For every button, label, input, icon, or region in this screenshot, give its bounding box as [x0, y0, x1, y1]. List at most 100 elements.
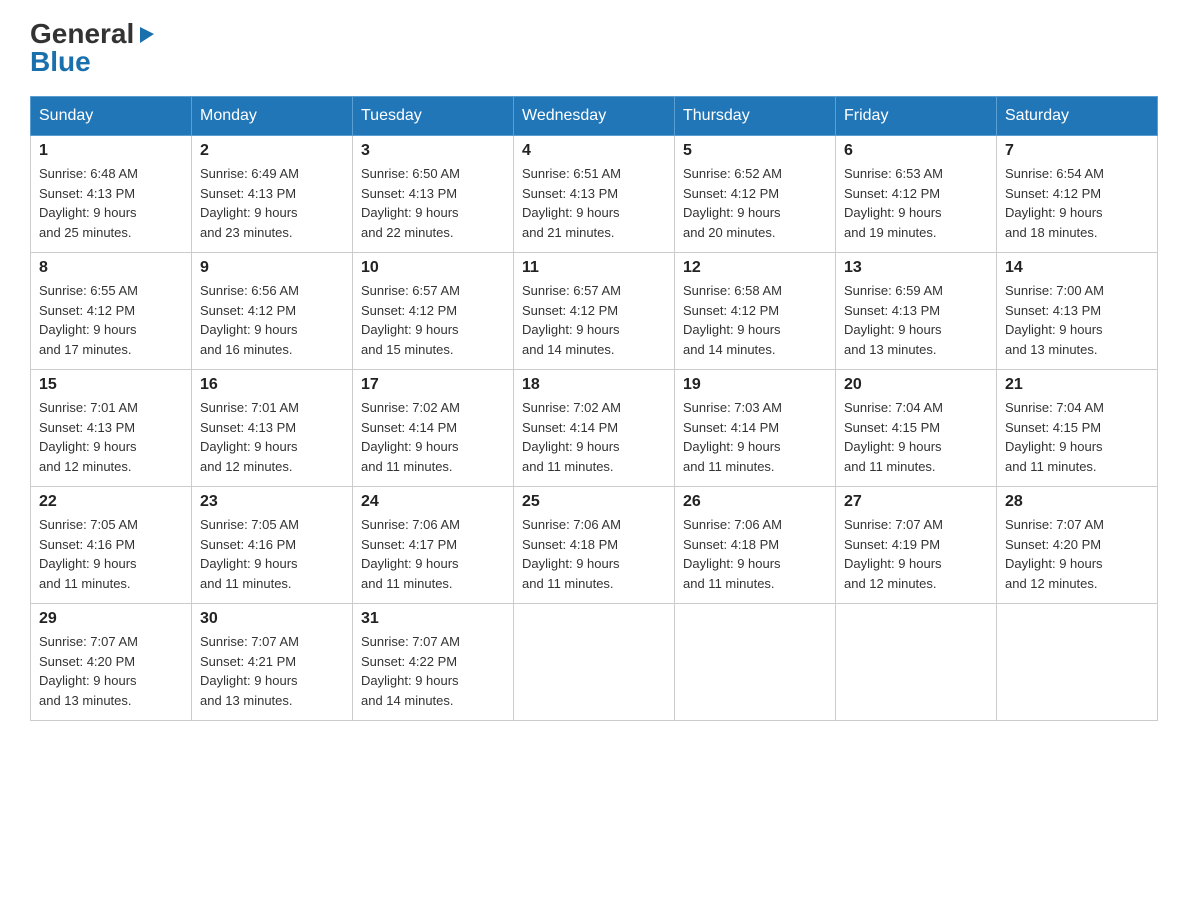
- day-number: 29: [39, 610, 183, 628]
- weekday-header-row: SundayMondayTuesdayWednesdayThursdayFrid…: [31, 97, 1158, 136]
- calendar-cell: 15 Sunrise: 7:01 AM Sunset: 4:13 PM Dayl…: [31, 370, 192, 487]
- day-info: Sunrise: 7:07 AM Sunset: 4:19 PM Dayligh…: [844, 515, 988, 593]
- weekday-header-tuesday: Tuesday: [353, 97, 514, 136]
- calendar-cell: 23 Sunrise: 7:05 AM Sunset: 4:16 PM Dayl…: [192, 487, 353, 604]
- day-info: Sunrise: 7:04 AM Sunset: 4:15 PM Dayligh…: [1005, 398, 1149, 476]
- calendar-cell: 10 Sunrise: 6:57 AM Sunset: 4:12 PM Dayl…: [353, 253, 514, 370]
- calendar-cell: 12 Sunrise: 6:58 AM Sunset: 4:12 PM Dayl…: [675, 253, 836, 370]
- day-info: Sunrise: 6:57 AM Sunset: 4:12 PM Dayligh…: [361, 281, 505, 359]
- day-info: Sunrise: 7:00 AM Sunset: 4:13 PM Dayligh…: [1005, 281, 1149, 359]
- day-info: Sunrise: 7:02 AM Sunset: 4:14 PM Dayligh…: [361, 398, 505, 476]
- day-number: 28: [1005, 493, 1149, 511]
- calendar-table: SundayMondayTuesdayWednesdayThursdayFrid…: [30, 96, 1158, 721]
- day-info: Sunrise: 6:48 AM Sunset: 4:13 PM Dayligh…: [39, 164, 183, 242]
- calendar-cell: 6 Sunrise: 6:53 AM Sunset: 4:12 PM Dayli…: [836, 136, 997, 253]
- day-number: 25: [522, 493, 666, 511]
- calendar-cell: [836, 604, 997, 721]
- calendar-cell: 28 Sunrise: 7:07 AM Sunset: 4:20 PM Dayl…: [997, 487, 1158, 604]
- calendar-cell: 5 Sunrise: 6:52 AM Sunset: 4:12 PM Dayli…: [675, 136, 836, 253]
- day-number: 5: [683, 142, 827, 160]
- logo-general-text: General: [30, 20, 134, 48]
- day-number: 24: [361, 493, 505, 511]
- day-info: Sunrise: 7:07 AM Sunset: 4:20 PM Dayligh…: [1005, 515, 1149, 593]
- day-number: 19: [683, 376, 827, 394]
- weekday-header-sunday: Sunday: [31, 97, 192, 136]
- calendar-cell: 26 Sunrise: 7:06 AM Sunset: 4:18 PM Dayl…: [675, 487, 836, 604]
- calendar-cell: 31 Sunrise: 7:07 AM Sunset: 4:22 PM Dayl…: [353, 604, 514, 721]
- logo-triangle-icon: [134, 23, 156, 45]
- week-row-5: 29 Sunrise: 7:07 AM Sunset: 4:20 PM Dayl…: [31, 604, 1158, 721]
- page-header: General Blue: [30, 20, 1158, 76]
- weekday-header-monday: Monday: [192, 97, 353, 136]
- calendar-cell: 16 Sunrise: 7:01 AM Sunset: 4:13 PM Dayl…: [192, 370, 353, 487]
- calendar-cell: 13 Sunrise: 6:59 AM Sunset: 4:13 PM Dayl…: [836, 253, 997, 370]
- day-info: Sunrise: 6:52 AM Sunset: 4:12 PM Dayligh…: [683, 164, 827, 242]
- calendar-cell: [514, 604, 675, 721]
- calendar-cell: 7 Sunrise: 6:54 AM Sunset: 4:12 PM Dayli…: [997, 136, 1158, 253]
- day-number: 9: [200, 259, 344, 277]
- day-info: Sunrise: 7:05 AM Sunset: 4:16 PM Dayligh…: [39, 515, 183, 593]
- day-number: 12: [683, 259, 827, 277]
- weekday-header-wednesday: Wednesday: [514, 97, 675, 136]
- day-info: Sunrise: 7:07 AM Sunset: 4:20 PM Dayligh…: [39, 632, 183, 710]
- week-row-2: 8 Sunrise: 6:55 AM Sunset: 4:12 PM Dayli…: [31, 253, 1158, 370]
- day-number: 22: [39, 493, 183, 511]
- calendar-cell: 2 Sunrise: 6:49 AM Sunset: 4:13 PM Dayli…: [192, 136, 353, 253]
- weekday-header-friday: Friday: [836, 97, 997, 136]
- day-number: 18: [522, 376, 666, 394]
- day-info: Sunrise: 6:53 AM Sunset: 4:12 PM Dayligh…: [844, 164, 988, 242]
- day-info: Sunrise: 7:06 AM Sunset: 4:17 PM Dayligh…: [361, 515, 505, 593]
- day-number: 21: [1005, 376, 1149, 394]
- calendar-cell: 21 Sunrise: 7:04 AM Sunset: 4:15 PM Dayl…: [997, 370, 1158, 487]
- calendar-cell: [675, 604, 836, 721]
- day-number: 30: [200, 610, 344, 628]
- day-info: Sunrise: 6:49 AM Sunset: 4:13 PM Dayligh…: [200, 164, 344, 242]
- day-info: Sunrise: 6:56 AM Sunset: 4:12 PM Dayligh…: [200, 281, 344, 359]
- day-info: Sunrise: 7:04 AM Sunset: 4:15 PM Dayligh…: [844, 398, 988, 476]
- calendar-cell: 29 Sunrise: 7:07 AM Sunset: 4:20 PM Dayl…: [31, 604, 192, 721]
- calendar-cell: 19 Sunrise: 7:03 AM Sunset: 4:14 PM Dayl…: [675, 370, 836, 487]
- day-info: Sunrise: 6:59 AM Sunset: 4:13 PM Dayligh…: [844, 281, 988, 359]
- day-number: 27: [844, 493, 988, 511]
- calendar-cell: [997, 604, 1158, 721]
- day-info: Sunrise: 7:02 AM Sunset: 4:14 PM Dayligh…: [522, 398, 666, 476]
- day-info: Sunrise: 7:07 AM Sunset: 4:21 PM Dayligh…: [200, 632, 344, 710]
- calendar-cell: 11 Sunrise: 6:57 AM Sunset: 4:12 PM Dayl…: [514, 253, 675, 370]
- day-number: 31: [361, 610, 505, 628]
- calendar-cell: 14 Sunrise: 7:00 AM Sunset: 4:13 PM Dayl…: [997, 253, 1158, 370]
- day-number: 8: [39, 259, 183, 277]
- week-row-4: 22 Sunrise: 7:05 AM Sunset: 4:16 PM Dayl…: [31, 487, 1158, 604]
- calendar-cell: 4 Sunrise: 6:51 AM Sunset: 4:13 PM Dayli…: [514, 136, 675, 253]
- day-number: 20: [844, 376, 988, 394]
- day-number: 26: [683, 493, 827, 511]
- day-info: Sunrise: 6:57 AM Sunset: 4:12 PM Dayligh…: [522, 281, 666, 359]
- day-number: 3: [361, 142, 505, 160]
- calendar-cell: 18 Sunrise: 7:02 AM Sunset: 4:14 PM Dayl…: [514, 370, 675, 487]
- day-number: 10: [361, 259, 505, 277]
- logo-blue-text: Blue: [30, 48, 91, 76]
- day-info: Sunrise: 6:54 AM Sunset: 4:12 PM Dayligh…: [1005, 164, 1149, 242]
- day-number: 2: [200, 142, 344, 160]
- day-number: 16: [200, 376, 344, 394]
- day-number: 4: [522, 142, 666, 160]
- day-number: 15: [39, 376, 183, 394]
- week-row-3: 15 Sunrise: 7:01 AM Sunset: 4:13 PM Dayl…: [31, 370, 1158, 487]
- logo: General Blue: [30, 20, 156, 76]
- day-info: Sunrise: 6:51 AM Sunset: 4:13 PM Dayligh…: [522, 164, 666, 242]
- day-info: Sunrise: 7:03 AM Sunset: 4:14 PM Dayligh…: [683, 398, 827, 476]
- day-number: 14: [1005, 259, 1149, 277]
- day-info: Sunrise: 6:58 AM Sunset: 4:12 PM Dayligh…: [683, 281, 827, 359]
- day-number: 7: [1005, 142, 1149, 160]
- week-row-1: 1 Sunrise: 6:48 AM Sunset: 4:13 PM Dayli…: [31, 136, 1158, 253]
- calendar-cell: 9 Sunrise: 6:56 AM Sunset: 4:12 PM Dayli…: [192, 253, 353, 370]
- day-info: Sunrise: 7:06 AM Sunset: 4:18 PM Dayligh…: [522, 515, 666, 593]
- day-number: 13: [844, 259, 988, 277]
- calendar-cell: 20 Sunrise: 7:04 AM Sunset: 4:15 PM Dayl…: [836, 370, 997, 487]
- calendar-cell: 25 Sunrise: 7:06 AM Sunset: 4:18 PM Dayl…: [514, 487, 675, 604]
- day-info: Sunrise: 6:50 AM Sunset: 4:13 PM Dayligh…: [361, 164, 505, 242]
- calendar-cell: 27 Sunrise: 7:07 AM Sunset: 4:19 PM Dayl…: [836, 487, 997, 604]
- calendar-cell: 8 Sunrise: 6:55 AM Sunset: 4:12 PM Dayli…: [31, 253, 192, 370]
- day-number: 1: [39, 142, 183, 160]
- day-info: Sunrise: 6:55 AM Sunset: 4:12 PM Dayligh…: [39, 281, 183, 359]
- calendar-cell: 22 Sunrise: 7:05 AM Sunset: 4:16 PM Dayl…: [31, 487, 192, 604]
